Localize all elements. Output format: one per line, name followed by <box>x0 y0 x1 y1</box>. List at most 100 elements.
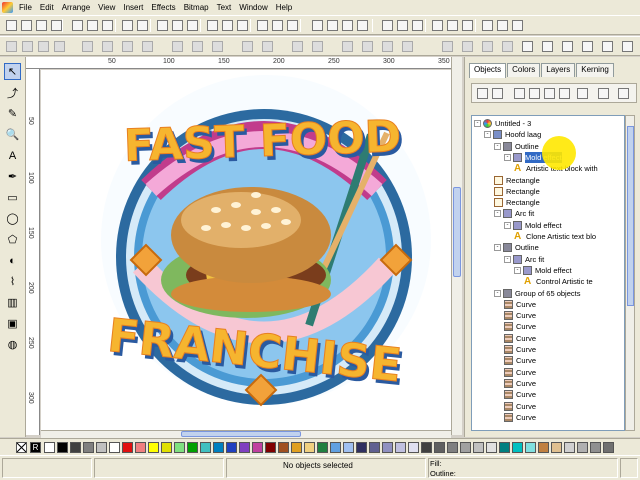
ellipse-icon[interactable]: ◯ <box>4 210 21 227</box>
menu-text[interactable]: Text <box>213 3 236 12</box>
color-swatch[interactable] <box>161 442 172 453</box>
property-button-icon[interactable] <box>520 39 535 54</box>
tree-scroll-thumb[interactable] <box>627 126 634 306</box>
tree-node[interactable]: Rectangle <box>494 197 540 208</box>
docker-tool-icon[interactable] <box>557 86 572 101</box>
color-swatch[interactable] <box>70 442 81 453</box>
tree-node[interactable]: A Control Artistic te <box>524 276 593 287</box>
expand-toggle-icon[interactable]: - <box>494 289 501 297</box>
tree-node[interactable]: - Group of 65 objects <box>494 288 580 299</box>
property-button-icon[interactable] <box>20 39 35 54</box>
color-swatch[interactable] <box>265 442 276 453</box>
color-swatch[interactable] <box>356 442 367 453</box>
property-button-icon[interactable] <box>210 39 225 54</box>
property-button-icon[interactable] <box>240 39 255 54</box>
toolbar-button-icon[interactable] <box>495 18 510 33</box>
color-swatch[interactable] <box>538 442 549 453</box>
tree-node[interactable]: Curve <box>504 378 536 389</box>
property-button-icon[interactable] <box>620 39 635 54</box>
toolbar-button-icon[interactable] <box>310 18 325 33</box>
transparency-icon[interactable]: ▥ <box>4 294 21 311</box>
color-swatch[interactable] <box>551 442 562 453</box>
toolbar-button-icon[interactable] <box>340 18 355 33</box>
color-swatch[interactable] <box>148 442 159 453</box>
docker-tool-icon[interactable] <box>575 86 590 101</box>
property-button-icon[interactable] <box>440 39 455 54</box>
property-button-icon[interactable] <box>52 39 67 54</box>
color-swatch[interactable] <box>252 442 263 453</box>
docker-tool-icon[interactable] <box>527 86 542 101</box>
toolbar-button-icon[interactable] <box>185 18 200 33</box>
toolbar-button-icon[interactable] <box>235 18 250 33</box>
toolbar-button-icon[interactable] <box>270 18 285 33</box>
property-button-icon[interactable] <box>380 39 395 54</box>
property-button-icon[interactable] <box>480 39 495 54</box>
color-swatch[interactable] <box>369 442 380 453</box>
canvas-vertical-scroll-thumb[interactable] <box>453 187 461 277</box>
tree-node[interactable]: Curve <box>504 299 536 310</box>
expand-toggle-icon[interactable]: - <box>494 142 501 150</box>
text-icon[interactable]: A <box>4 147 21 164</box>
toolbar-button-icon[interactable] <box>85 18 100 33</box>
property-button-icon[interactable] <box>500 39 515 54</box>
tree-node[interactable]: Rectangle <box>494 175 540 186</box>
expand-toggle-icon[interactable]: - <box>514 266 521 274</box>
tree-node[interactable]: Curve <box>504 344 536 355</box>
docker-tool-icon[interactable] <box>490 86 505 101</box>
color-swatch[interactable] <box>278 442 289 453</box>
tree-node[interactable]: Curve <box>504 367 536 378</box>
toolbar-button-icon[interactable] <box>510 18 525 33</box>
property-button-icon[interactable] <box>290 39 305 54</box>
toolbar-button-icon[interactable] <box>445 18 460 33</box>
menu-view[interactable]: View <box>94 3 119 12</box>
toolbar-button-icon[interactable] <box>170 18 185 33</box>
color-swatch[interactable] <box>499 442 510 453</box>
tab-layers[interactable]: Layers <box>541 63 576 77</box>
tab-objects[interactable]: Objects <box>469 63 507 78</box>
toolbar-button-icon[interactable] <box>480 18 495 33</box>
color-swatch[interactable] <box>473 442 484 453</box>
toolbar-button-icon[interactable] <box>34 18 49 33</box>
toolbar-button-icon[interactable] <box>70 18 85 33</box>
property-button-icon[interactable] <box>540 39 555 54</box>
tree-node[interactable]: Curve <box>504 310 536 321</box>
docker-tool-icon[interactable] <box>542 86 557 101</box>
toolbar-button-icon[interactable] <box>460 18 475 33</box>
docker-tool-icon[interactable] <box>475 86 490 101</box>
app-icon[interactable] <box>2 2 13 13</box>
property-button-icon[interactable] <box>360 39 375 54</box>
expand-toggle-icon[interactable]: - <box>484 131 491 139</box>
toolbar-button-icon[interactable] <box>205 18 220 33</box>
expand-toggle-icon[interactable]: - <box>474 120 481 127</box>
color-swatch[interactable] <box>291 442 302 453</box>
toolbar-button-icon[interactable] <box>380 18 395 33</box>
toolbar-button-icon[interactable] <box>19 18 34 33</box>
expand-toggle-icon[interactable]: - <box>504 221 511 229</box>
color-swatch[interactable] <box>486 442 497 453</box>
color-swatch[interactable] <box>96 442 107 453</box>
tree-node[interactable]: - Outline <box>494 141 539 152</box>
tree-node[interactable]: Curve <box>504 412 536 423</box>
color-swatch[interactable] <box>239 442 250 453</box>
tree-node[interactable]: - Outline <box>494 242 539 253</box>
polygon-icon[interactable]: ⬠ <box>4 231 21 248</box>
resize-grip[interactable] <box>620 458 638 478</box>
color-swatch[interactable] <box>200 442 211 453</box>
toolbar-button-icon[interactable] <box>410 18 425 33</box>
menu-help[interactable]: Help <box>272 3 296 12</box>
color-swatch[interactable] <box>187 442 198 453</box>
color-swatch[interactable] <box>577 442 588 453</box>
docker-tool-icon[interactable] <box>512 86 527 101</box>
registration-swatch[interactable]: R <box>30 442 41 453</box>
color-swatch[interactable] <box>603 442 614 453</box>
menu-insert[interactable]: Insert <box>119 3 147 12</box>
color-swatch[interactable] <box>122 442 133 453</box>
color-swatch[interactable] <box>343 442 354 453</box>
tree-node[interactable]: Curve <box>504 321 536 332</box>
tree-node[interactable]: - Hoofd laag <box>484 129 541 140</box>
fill-icon[interactable]: ◐ <box>4 252 21 269</box>
color-swatch[interactable] <box>590 442 601 453</box>
zoom-icon[interactable]: 🔍 <box>4 126 21 143</box>
menu-file[interactable]: File <box>15 3 36 12</box>
tree-node[interactable]: Rectangle <box>494 186 540 197</box>
